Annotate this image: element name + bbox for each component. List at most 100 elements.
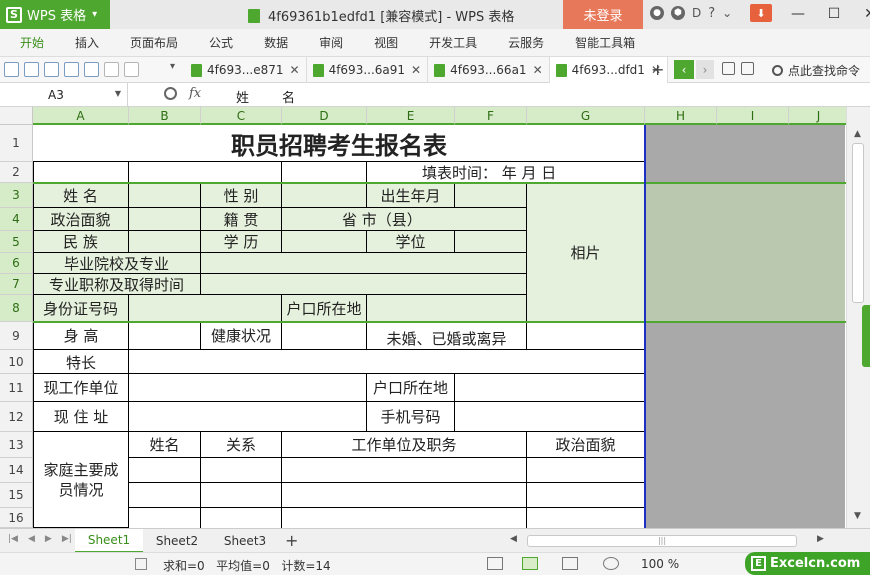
label-specialty[interactable]: 特长 xyxy=(33,350,129,374)
label-title-time[interactable]: 专业职称及取得时间 xyxy=(33,274,201,295)
cell[interactable] xyxy=(282,322,367,350)
label-degree[interactable]: 学位 xyxy=(367,231,455,253)
column-header-i[interactable]: I xyxy=(717,107,789,125)
maximize-button[interactable]: ☐ xyxy=(816,4,852,24)
normal-view-icon[interactable] xyxy=(487,557,503,570)
cell[interactable] xyxy=(129,162,282,183)
tab-toolbox[interactable]: 智能工具箱 xyxy=(575,34,635,51)
feedback-icon[interactable]: D xyxy=(692,6,701,20)
cell[interactable] xyxy=(201,508,282,528)
add-sheet-button[interactable]: + xyxy=(285,531,298,550)
cell[interactable] xyxy=(129,183,201,208)
zoom-level[interactable]: 100 % xyxy=(641,557,679,571)
scroll-up-icon[interactable]: ▲ xyxy=(854,129,861,139)
redo-icon[interactable] xyxy=(124,62,139,77)
prev-sheet-icon[interactable]: ◀ xyxy=(28,534,35,544)
row-header[interactable]: 4 xyxy=(0,208,33,231)
label-id-number[interactable]: 身份证号码 xyxy=(33,295,129,322)
tabs-next-button[interactable]: › xyxy=(696,60,714,79)
cell[interactable] xyxy=(455,374,645,402)
open-icon[interactable] xyxy=(4,62,19,77)
cell[interactable] xyxy=(129,295,282,322)
label-work-unit[interactable]: 现工作单位 xyxy=(33,374,129,402)
cell[interactable] xyxy=(282,458,527,483)
more-chevron-icon[interactable]: ⌄ xyxy=(722,6,732,20)
row-header[interactable]: 5 xyxy=(0,231,33,253)
close-tab-icon[interactable]: ✕ xyxy=(290,63,300,77)
tab-cloud[interactable]: 云服务 xyxy=(508,34,544,51)
cell[interactable] xyxy=(129,208,201,231)
cell[interactable] xyxy=(129,350,645,374)
chevron-down-icon[interactable]: ▼ xyxy=(115,89,121,98)
tab-developer[interactable]: 开发工具 xyxy=(429,34,477,51)
sheet-tab-2[interactable]: Sheet2 xyxy=(143,529,211,553)
insert-function-button[interactable]: fx xyxy=(189,86,201,101)
row-header[interactable]: 8 xyxy=(0,295,33,322)
family-header-work[interactable]: 工作单位及职务 xyxy=(282,432,527,458)
cell[interactable] xyxy=(33,162,129,183)
family-header-political[interactable]: 政治面貌 xyxy=(527,432,645,458)
column-header-b[interactable]: B xyxy=(129,107,201,125)
page-break-view-icon[interactable] xyxy=(522,557,538,570)
label-ethnic[interactable]: 民 族 xyxy=(33,231,129,253)
macro-icon[interactable] xyxy=(135,558,147,570)
save-icon[interactable] xyxy=(24,62,39,77)
column-header-g[interactable]: G xyxy=(527,107,645,125)
row-header[interactable]: 7 xyxy=(0,274,33,295)
family-header-relation[interactable]: 关系 xyxy=(201,432,282,458)
cell[interactable] xyxy=(455,231,527,253)
tabs-prev-button[interactable]: ‹ xyxy=(674,60,694,79)
label-education[interactable]: 学 历 xyxy=(201,231,282,253)
skin-icon[interactable]: ● xyxy=(650,6,664,20)
window-icon[interactable] xyxy=(741,62,754,75)
tab-home[interactable]: 开始 xyxy=(20,34,44,51)
row-header[interactable]: 12 xyxy=(0,402,33,432)
cell[interactable] xyxy=(282,183,367,208)
print-icon[interactable] xyxy=(64,62,79,77)
cell[interactable] xyxy=(527,322,645,350)
file-tab[interactable]: 4f693...66a1 ✕ xyxy=(428,57,550,83)
scroll-right-icon[interactable]: ▶ xyxy=(817,534,824,544)
row-header[interactable]: 15 xyxy=(0,483,33,508)
help-icon[interactable]: ? xyxy=(708,6,715,21)
label-school[interactable]: 毕业院校及专业 xyxy=(33,253,201,274)
next-sheet-icon[interactable]: ▶ xyxy=(45,534,52,544)
file-tab[interactable]: 4f693...e871 ✕ xyxy=(185,57,307,83)
tab-formulas[interactable]: 公式 xyxy=(209,34,233,51)
undo-icon[interactable] xyxy=(104,62,119,77)
close-tab-icon[interactable]: ✕ xyxy=(411,63,421,77)
cell[interactable] xyxy=(455,402,645,432)
customize-chevron-icon[interactable]: ▾ xyxy=(170,61,175,72)
sheet-tab-3[interactable]: Sheet3 xyxy=(211,529,279,553)
label-photo[interactable]: 相片 xyxy=(527,183,645,322)
column-header-c[interactable]: C xyxy=(201,107,282,125)
formula-input[interactable]: 姓 名 xyxy=(236,87,295,106)
cloud-download-icon[interactable]: ⬇ xyxy=(750,4,772,22)
column-header-h[interactable]: H xyxy=(645,107,717,125)
label-native[interactable]: 籍 贯 xyxy=(201,208,282,231)
name-box[interactable]: A3 ▼ xyxy=(0,83,128,106)
settings-hex-icon[interactable]: ⬢ xyxy=(671,6,685,20)
cell[interactable] xyxy=(129,483,201,508)
cell[interactable] xyxy=(129,402,367,432)
eye-protection-icon[interactable] xyxy=(603,557,619,570)
label-political[interactable]: 政治面貌 xyxy=(33,208,129,231)
label-height[interactable]: 身 高 xyxy=(33,322,129,350)
last-sheet-icon[interactable]: ▶| xyxy=(62,534,72,544)
row-header[interactable]: 6 xyxy=(0,253,33,274)
cell[interactable] xyxy=(367,295,527,322)
cell[interactable] xyxy=(129,322,201,350)
horizontal-scrollbar[interactable]: ◀ ||| ▶ xyxy=(505,533,835,549)
row-header[interactable]: 1 xyxy=(0,125,33,162)
row-header[interactable]: 14 xyxy=(0,458,33,483)
cell[interactable] xyxy=(201,458,282,483)
row-header[interactable]: 11 xyxy=(0,374,33,402)
export-pdf-icon[interactable] xyxy=(44,62,59,77)
cell[interactable] xyxy=(455,183,527,208)
find-command[interactable]: 点此查找命令 xyxy=(772,62,860,79)
file-tab[interactable]: 4f693...6a91 ✕ xyxy=(307,57,429,83)
close-button[interactable]: ✕ xyxy=(852,4,870,24)
label-birth[interactable]: 出生年月 xyxy=(367,183,455,208)
cell[interactable] xyxy=(527,508,645,528)
tab-page-layout[interactable]: 页面布局 xyxy=(130,34,178,51)
